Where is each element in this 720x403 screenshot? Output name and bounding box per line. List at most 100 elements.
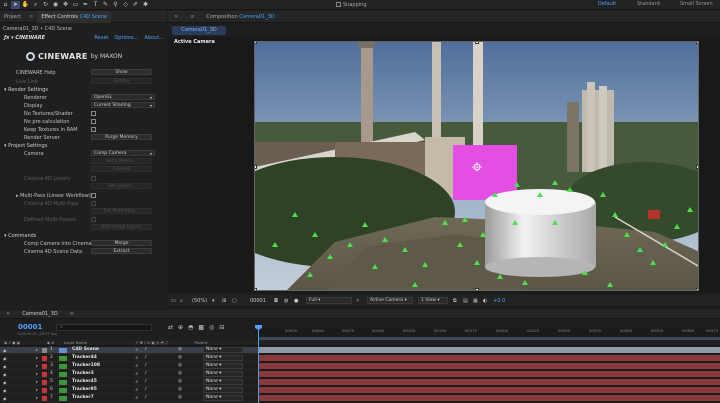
cinema-layers-checkbox[interactable] [91,176,96,181]
quality-switch-icon[interactable]: / [145,387,147,392]
hand-tool-icon[interactable]: ✋ [21,1,30,9]
shy-icon[interactable]: ◓ [188,324,193,331]
panel-menu-icon[interactable]: ≡ [64,311,80,317]
camera-disabled-button[interactable]: Camera [91,166,152,172]
layer-search-input[interactable]: ⌕ [56,324,152,331]
quality-switch-icon[interactable]: / [145,395,147,400]
eye-icon[interactable]: ◉ [3,396,8,401]
composition-sub-tab[interactable]: Camera01_3D [172,26,226,35]
layer-row[interactable]: ◉ ▸ 1 C4D Scene ⚛ / ◎ None ▾ [0,347,258,354]
shy-switch-icon[interactable]: ⚛ [135,379,139,384]
quality-switch-icon[interactable]: / [145,379,147,384]
composition-viewer[interactable] [254,41,699,291]
layer-row[interactable]: ◉ ▸ 4 Tracker3 ⚛ / ◎ None ▾ [0,371,258,378]
layer-handle[interactable] [475,42,479,44]
project-settings-row[interactable]: ▾ Project Settings [0,142,167,149]
render-settings-row[interactable]: ▾ Render Settings [0,86,167,93]
layer-duration-bar[interactable] [258,379,720,386]
pen-tool-icon[interactable]: ✒ [81,1,90,9]
draft-3d-icon[interactable]: ⊕ [178,324,183,331]
live-link-button[interactable]: Enable [91,78,152,84]
pickwhip-icon[interactable]: ◎ [178,395,182,400]
layer-row[interactable]: ◉ ▸ 7 Tracker7 ⚛ / ◎ None ▾ [0,395,258,402]
pan-behind-tool-icon[interactable]: ✥ [61,1,70,9]
eye-icon[interactable]: ◉ [3,364,8,369]
layer-handle[interactable] [696,42,698,44]
workspace-small-screen[interactable]: Small Screen [680,1,713,7]
tab-composition[interactable]: Composition Camera01_3D [200,14,280,20]
label-color-swatch[interactable] [42,380,47,385]
pickwhip-icon[interactable]: ◎ [178,347,182,352]
shy-switch-icon[interactable]: ⚛ [135,347,139,352]
resolution-select[interactable]: Full ▾ [306,297,352,304]
twirl-icon[interactable]: ▸ [36,355,38,360]
label-color-swatch[interactable] [42,388,47,393]
purge-memory-button[interactable]: Purge Memory [91,134,152,140]
help-show-button[interactable]: Show [91,69,152,75]
layer-handle[interactable] [475,288,479,290]
rectangle-tool-icon[interactable]: ▭ [71,1,80,9]
layer-name[interactable]: Tracker44 [72,355,97,360]
motion-blur-icon[interactable]: ◎ [209,324,214,331]
reset-exposure-icon[interactable]: ◐ [483,298,487,304]
layer-name[interactable]: Tracker45 [72,379,97,384]
display-select[interactable]: Current Shading ▾ [91,102,155,108]
tab-effect-controls[interactable]: Effect Controls C4D Scene [37,10,111,23]
graph-editor-icon[interactable]: ⊟ [219,324,224,331]
pickwhip-icon[interactable]: ◎ [178,387,182,392]
parent-select[interactable]: None ▾ [203,395,243,401]
zoom-tool-icon[interactable]: ⌕ [31,1,40,9]
layer-row[interactable]: ◉ ▸ 6 Tracker95 ⚛ / ◎ None ▾ [0,387,258,394]
brush-tool-icon[interactable]: ✎ [101,1,110,9]
close-icon[interactable]: ✕ [168,14,184,20]
layer-handle[interactable] [696,165,698,169]
layer-handle[interactable] [696,288,698,290]
camera-select[interactable]: Comp Camera ▾ [91,150,155,156]
twirl-icon[interactable]: ▸ [36,347,38,352]
parent-select[interactable]: None ▾ [203,387,243,393]
home-icon[interactable]: ⌂ [1,1,10,9]
close-icon[interactable]: ✕ [0,311,16,317]
transparency-grid-icon[interactable]: ▦ [473,298,478,304]
exposure-value[interactable]: +0.0 [493,298,505,304]
parent-select[interactable]: None ▾ [203,355,243,361]
eye-icon[interactable]: ◉ [3,388,8,393]
parent-select[interactable]: None ▾ [203,347,243,353]
layer-name[interactable]: Tracker7 [72,395,94,400]
panel-menu-icon[interactable]: ≡ [25,11,37,23]
label-color-swatch[interactable] [42,396,47,401]
commands-row[interactable]: ▾ Commands [0,232,167,239]
workspace-standard[interactable]: Standard [637,1,660,7]
twirl-icon[interactable]: ▸ [36,363,38,368]
layer-duration-bar[interactable] [258,395,720,402]
label-color-swatch[interactable] [42,356,47,361]
multipass-label[interactable]: ▸ Multi-Pass (Linear Workflow) [16,193,91,199]
no-textures-checkbox[interactable] [91,111,96,116]
tab-project[interactable]: Project [0,11,25,23]
magnifier-icon[interactable]: ⌕ [180,298,183,304]
layer-name[interactable]: Tracker108 [72,363,100,368]
parent-select[interactable]: None ▾ [203,379,243,385]
panel-menu-icon[interactable]: ≡ [184,14,200,20]
no-precalc-checkbox[interactable] [91,119,96,124]
defined-multipasses-checkbox[interactable] [91,217,96,222]
set-multipass-button[interactable]: Set Multi-Pass... [91,208,152,214]
camera-view-select[interactable]: Active Camera ▾ [367,297,413,304]
current-time-indicator[interactable] [258,325,259,403]
label-color-swatch[interactable] [42,348,47,353]
layer-duration-bar[interactable] [258,347,720,354]
quality-switch-icon[interactable]: / [145,371,147,376]
snapping-toggle[interactable]: Snapping [336,2,367,8]
view-layout-select[interactable]: 1 View ▾ [418,297,448,304]
keep-textures-checkbox[interactable] [91,127,96,132]
roto-brush-tool-icon[interactable]: ✐ [131,1,140,9]
shy-switch-icon[interactable]: ⚛ [135,355,139,360]
eye-icon[interactable]: ◉ [3,380,8,385]
layer-duration-bar[interactable] [258,355,720,362]
label-color-swatch[interactable] [42,372,47,377]
layer-duration-bar[interactable] [258,371,720,378]
layer-handle[interactable] [255,288,257,290]
quality-switch-icon[interactable]: / [145,355,147,360]
toggle-pixel-icon[interactable]: ⧉ [453,298,457,304]
eye-icon[interactable]: ◉ [3,372,8,377]
